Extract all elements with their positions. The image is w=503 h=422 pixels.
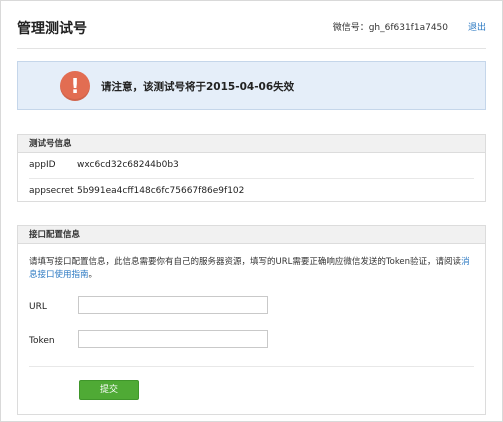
- description-text: 请填写接口配置信息，此信息需要你有自己的服务器资源，填写的URL需要正确响应微信…: [29, 257, 462, 267]
- page-title: 管理测试号: [17, 21, 87, 37]
- appsecret-label: appsecret: [29, 186, 74, 196]
- page-header: 管理测试号 微信号：gh_6f631f1a7450 退出: [17, 18, 486, 42]
- interface-config-panel: 接口配置信息 请填写接口配置信息，此信息需要你有自己的服务器资源，填写的URL需…: [17, 225, 486, 415]
- expiry-notice: ! 请注意，该测试号将于2015-04-06失效: [17, 61, 486, 110]
- header-divider: [17, 48, 486, 49]
- wechat-id-label: 微信号：gh_6f631f1a7450: [332, 23, 448, 33]
- info-row-appsecret: appsecret 5b991ea4cff148c6fc75667f86e9f1…: [29, 178, 474, 202]
- url-label: URL: [29, 302, 47, 312]
- url-input[interactable]: [78, 296, 268, 314]
- token-label: Token: [29, 336, 55, 346]
- form-divider: [29, 366, 474, 367]
- submit-button[interactable]: 提交: [79, 380, 139, 400]
- test-account-info-panel: 测试号信息 appID wxc6cd32c68244b0b3 appsecret…: [17, 134, 486, 202]
- logout-link[interactable]: 退出: [468, 20, 486, 33]
- appid-value: wxc6cd32c68244b0b3: [77, 160, 179, 170]
- appsecret-value: 5b991ea4cff148c6fc75667f86e9f102: [77, 186, 245, 196]
- panel-heading: 接口配置信息: [18, 226, 485, 244]
- notice-text: 请注意，该测试号将于2015-04-06失效: [101, 81, 295, 93]
- panel-heading: 测试号信息: [18, 135, 485, 153]
- token-input[interactable]: [78, 330, 268, 348]
- info-row-appid: appID wxc6cd32c68244b0b3: [29, 153, 474, 177]
- config-description: 请填写接口配置信息，此信息需要你有自己的服务器资源，填写的URL需要正确响应微信…: [29, 256, 475, 282]
- exclamation-icon: !: [60, 71, 90, 101]
- description-suffix: 。: [88, 270, 98, 280]
- appid-label: appID: [29, 160, 56, 170]
